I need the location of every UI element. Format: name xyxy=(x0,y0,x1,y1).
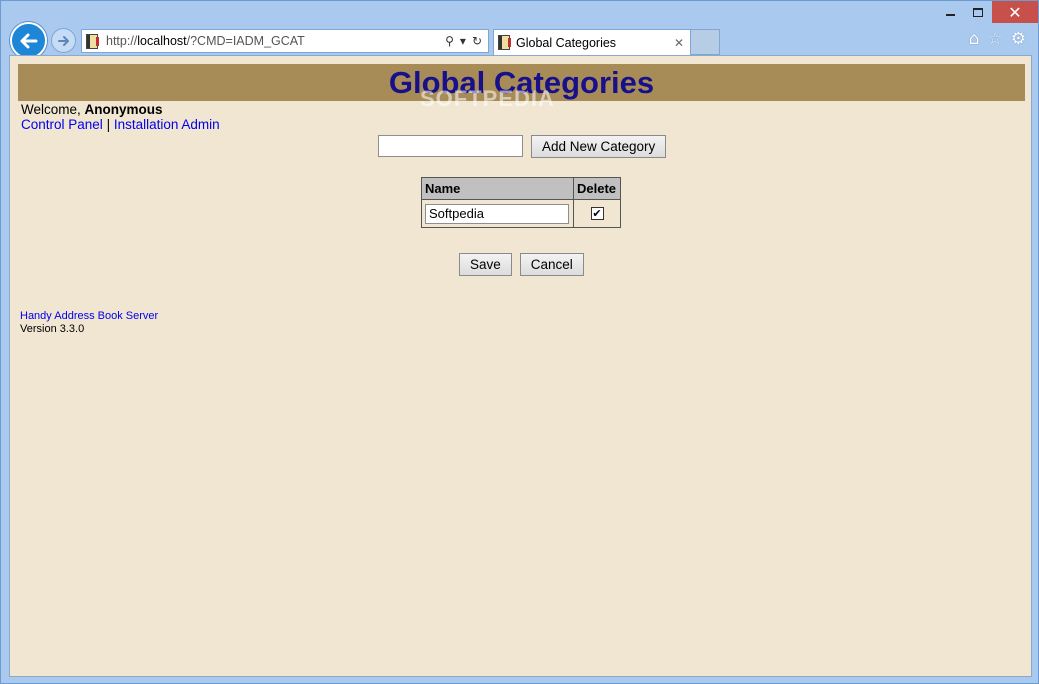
table-row: ✔ xyxy=(421,199,621,228)
window-controls: ✕ xyxy=(936,1,1038,23)
welcome-user: Anonymous xyxy=(84,102,163,117)
close-icon: ✕ xyxy=(1008,2,1022,22)
save-button[interactable]: Save xyxy=(459,253,512,276)
add-new-category-button[interactable]: Add New Category xyxy=(531,135,667,158)
footer-version: Version 3.3.0 xyxy=(20,323,85,335)
header-banner: Global Categories xyxy=(18,64,1025,101)
address-tools: ⚲ ▾ ↻ xyxy=(445,34,482,48)
favorites-star-icon[interactable]: ☆ xyxy=(988,29,1003,49)
column-header-name: Name xyxy=(421,177,574,200)
table-header-row: Name Delete xyxy=(421,177,621,200)
page-viewport: Global Categories SOFTPEDIA Welcome, Ano… xyxy=(9,55,1032,677)
maximize-button[interactable] xyxy=(964,1,992,23)
category-name-cell xyxy=(421,199,574,228)
minimize-icon xyxy=(945,14,955,16)
add-category-row: Add New Category xyxy=(378,135,667,158)
categories-table: Name Delete ✔ xyxy=(421,177,621,228)
category-name-input[interactable] xyxy=(425,203,569,224)
footer-app-link[interactable]: Handy Address Book Server xyxy=(20,310,158,322)
page-favicon-icon xyxy=(86,33,99,49)
link-separator: | xyxy=(102,117,114,132)
tab-favicon-icon xyxy=(498,35,511,50)
column-header-delete: Delete xyxy=(573,177,621,200)
address-bar[interactable]: http://localhost/?CMD=IADM_GCAT ⚲ ▾ ↻ xyxy=(81,29,489,53)
dropdown-icon[interactable]: ▾ xyxy=(460,34,466,48)
settings-gear-icon[interactable]: ⚙ xyxy=(1011,29,1026,49)
address-url[interactable]: http://localhost/?CMD=IADM_GCAT xyxy=(106,34,445,48)
refresh-icon[interactable]: ↻ xyxy=(472,34,482,48)
cancel-button[interactable]: Cancel xyxy=(519,253,584,276)
back-arrow-icon xyxy=(20,33,37,48)
back-button[interactable] xyxy=(10,22,47,59)
tab-title: Global Categories xyxy=(516,35,617,50)
category-delete-cell: ✔ xyxy=(573,199,621,228)
tab-close-icon[interactable]: ✕ xyxy=(674,36,684,50)
close-window-button[interactable]: ✕ xyxy=(992,1,1038,23)
checkmark-icon: ✔ xyxy=(592,207,602,220)
control-panel-link[interactable]: Control Panel xyxy=(21,117,103,132)
form-actions: Save Cancel xyxy=(459,253,584,276)
maximize-icon xyxy=(973,7,983,17)
browser-toolbar-icons: ⌂ ☆ ⚙ xyxy=(969,29,1026,49)
installation-admin-link[interactable]: Installation Admin xyxy=(114,117,220,132)
home-icon[interactable]: ⌂ xyxy=(969,29,980,49)
new-tab-button[interactable] xyxy=(691,29,720,55)
nav-links: Control Panel | Installation Admin xyxy=(21,117,220,132)
delete-checkbox[interactable]: ✔ xyxy=(590,207,604,220)
search-icon[interactable]: ⚲ xyxy=(445,34,454,48)
new-category-input[interactable] xyxy=(378,135,523,157)
tab-global-categories[interactable]: Global Categories ✕ xyxy=(493,29,691,55)
page-title: Global Categories xyxy=(388,65,655,100)
forward-arrow-icon xyxy=(57,35,69,46)
minimize-button[interactable] xyxy=(936,1,964,23)
welcome-message: Welcome, Anonymous xyxy=(21,102,163,117)
browser-window: ✕ http://localhost/?CMD=IADM_GCAT ⚲ ▾ ↻ … xyxy=(0,0,1039,684)
forward-button[interactable] xyxy=(51,28,76,53)
